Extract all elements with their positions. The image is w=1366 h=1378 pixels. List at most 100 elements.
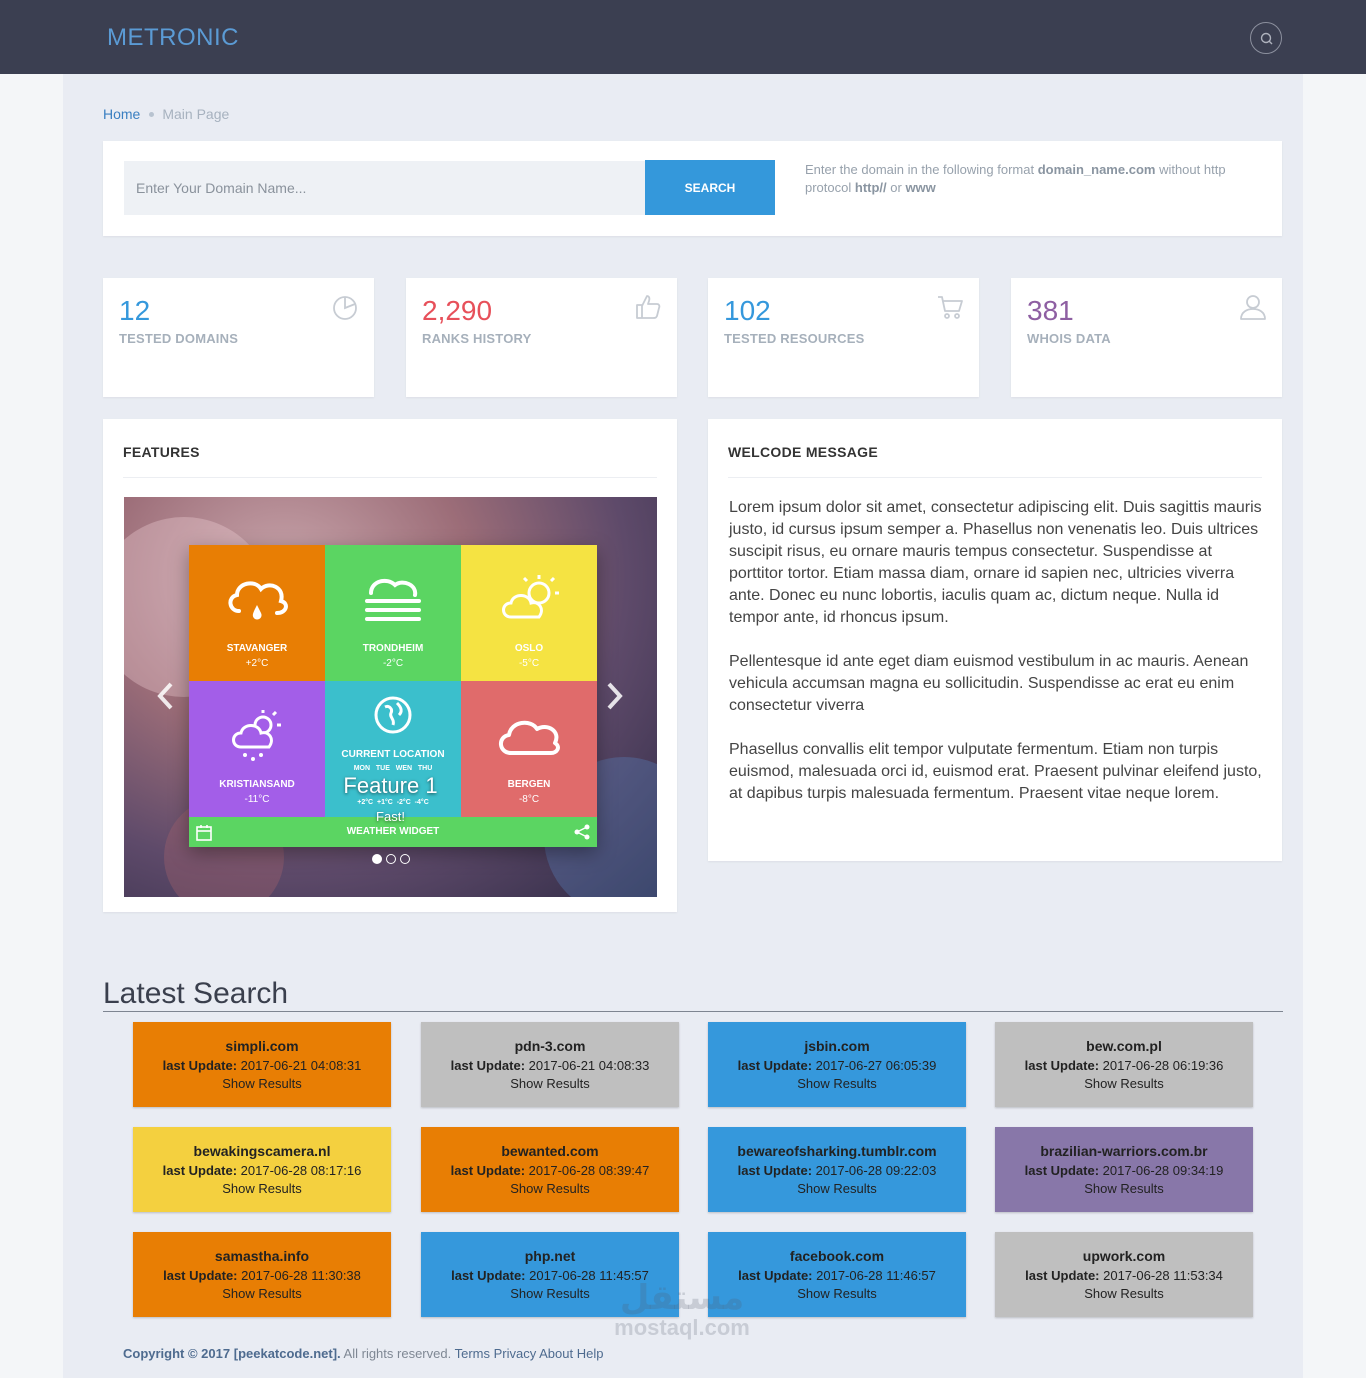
search-result-tile[interactable]: pdn-3.com last Update: 2017-06-21 04:08:3…: [421, 1022, 679, 1107]
result-domain: samastha.info: [214, 1248, 310, 1264]
stat-value: 2,290: [422, 295, 493, 326]
domain-search-input[interactable]: [124, 161, 646, 215]
help-text-part: or: [886, 180, 906, 195]
fog-cloud-icon: [365, 578, 421, 621]
welcome-panel: WELCODE MESSAGE Lorem ipsum dolor sit am…: [708, 419, 1282, 861]
header-search-button[interactable]: [1250, 22, 1282, 54]
result-date: 2017-06-21 04:08:31: [240, 1058, 362, 1073]
show-results-link[interactable]: Show Results: [133, 1076, 391, 1091]
result-date: 2017-06-28 11:30:38: [241, 1268, 361, 1283]
result-update: last Update: 2017-06-28 09:34:19: [995, 1163, 1253, 1178]
logo[interactable]: METRONIC: [107, 24, 239, 52]
tile-temp: -2°C: [382, 658, 404, 669]
divider: [103, 1011, 1283, 1012]
show-results-link[interactable]: Show Results: [421, 1181, 679, 1196]
result-domain: facebook.com: [789, 1248, 885, 1264]
slider-dot[interactable]: [385, 854, 396, 864]
thumbs-up-icon: [636, 295, 661, 319]
search-button[interactable]: SEARCH: [645, 160, 775, 215]
tile-city: STAVANGER: [226, 643, 288, 654]
show-results-link[interactable]: Show Results: [133, 1286, 391, 1301]
features-panel: FEATURES STAVANGER +2°C TRONDHEIM -2°C O…: [103, 419, 677, 912]
feature-slider[interactable]: STAVANGER +2°C TRONDHEIM -2°C OSLO -5°C …: [124, 497, 657, 897]
stat-card-ranks-history[interactable]: 2,290 RANKS HISTORY: [406, 278, 677, 397]
domain-search-panel: SEARCH Enter the domain in the following…: [103, 141, 1282, 236]
chevron-left-icon[interactable]: [154, 681, 178, 711]
watermark-latin: mostaql.com: [614, 1315, 750, 1340]
snow-sun-icon: [232, 710, 281, 761]
breadcrumb-home-link[interactable]: Home: [103, 106, 140, 122]
show-results-link[interactable]: Show Results: [708, 1076, 966, 1091]
chevron-right-icon[interactable]: [602, 681, 626, 711]
result-domain: jsbin.com: [804, 1038, 870, 1054]
help-text-part: Enter the domain in the following format: [805, 162, 1038, 177]
shopping-cart-icon: [938, 296, 963, 319]
show-results-link[interactable]: Show Results: [133, 1181, 391, 1196]
globe-icon: [374, 696, 412, 734]
search-result-tile[interactable]: simpli.com last Update: 2017-06-21 04:08:…: [133, 1022, 391, 1107]
result-update-label: last Update:: [737, 1058, 813, 1073]
result-date: 2017-06-28 11:46:57: [816, 1268, 936, 1283]
result-domain: pdn-3.com: [514, 1038, 586, 1054]
stat-value: 12: [119, 295, 151, 326]
stat-label: WHOIS DATA: [1027, 331, 1111, 346]
result-domain: simpli.com: [225, 1038, 299, 1054]
help-text-bold: domain_name.com: [1037, 162, 1156, 177]
search-icon: [1260, 32, 1273, 45]
show-results-link[interactable]: Show Results: [995, 1286, 1253, 1301]
result-date: 2017-06-28 09:34:19: [1102, 1163, 1224, 1178]
show-results-link[interactable]: Show Results: [708, 1181, 966, 1196]
stat-card-whois-data[interactable]: 381 WHOIS DATA: [1011, 278, 1282, 397]
slider-indicators: [124, 851, 657, 869]
stat-label: RANKS HISTORY: [422, 331, 532, 346]
slide-caption: Feature 1: [343, 773, 438, 798]
latest-search-title: Latest Search: [103, 977, 289, 1010]
search-help-text: Enter the domain in the following format…: [805, 161, 1265, 197]
stat-card-tested-resources[interactable]: 102 TESTED RESOURCES: [708, 278, 979, 397]
footer: Copyright © 2017 [peekatcode.net]. All r…: [123, 1346, 604, 1361]
footer-brand-link[interactable]: [peekatcode.net].: [234, 1346, 341, 1361]
result-update-label: last Update:: [162, 1058, 238, 1073]
result-date: 2017-06-21 04:08:33: [528, 1058, 650, 1073]
show-results-link[interactable]: Show Results: [995, 1181, 1253, 1196]
search-result-tile[interactable]: bew.com.pl last Update: 2017-06-28 06:19:…: [995, 1022, 1253, 1107]
footer-link-terms[interactable]: Terms: [455, 1346, 490, 1361]
tile-city: OSLO: [514, 643, 544, 654]
footer-link-help[interactable]: Help: [577, 1346, 604, 1361]
search-result-tile[interactable]: bewanted.com last Update: 2017-06-28 08:3…: [421, 1127, 679, 1212]
search-result-tile[interactable]: bewakingscamera.nl last Update: 2017-06-2…: [133, 1127, 391, 1212]
welcome-paragraph: Phasellus convallis elit tempor vulputat…: [729, 741, 1262, 802]
search-result-tile[interactable]: jsbin.com last Update: 2017-06-27 06:05:3…: [708, 1022, 966, 1107]
footer-link-privacy[interactable]: Privacy: [494, 1346, 537, 1361]
result-update: last Update: 2017-06-28 11:53:34: [995, 1268, 1253, 1283]
show-results-link[interactable]: Show Results: [995, 1076, 1253, 1091]
result-update-label: last Update:: [450, 1058, 526, 1073]
search-result-tile[interactable]: brazilian-warriors.com.br last Update: 20…: [995, 1127, 1253, 1212]
result-date: 2017-06-28 06:19:36: [1102, 1058, 1224, 1073]
slider-dot[interactable]: [399, 854, 410, 864]
result-domain: brazilian-warriors.com.br: [1040, 1143, 1208, 1159]
stat-card-tested-domains[interactable]: 12 TESTED DOMAINS: [103, 278, 374, 397]
result-update-label: last Update:: [1024, 1058, 1100, 1073]
slider-dot[interactable]: [371, 854, 382, 864]
result-update: last Update: 2017-06-28 09:22:03: [708, 1163, 966, 1178]
result-update-label: last Update:: [162, 1163, 238, 1178]
search-result-tile[interactable]: bewareofsharking.tumblr.com last Update: …: [708, 1127, 966, 1212]
result-update-label: last Update:: [451, 1268, 526, 1283]
result-update: last Update: 2017-06-21 04:08:33: [421, 1058, 679, 1073]
sun-cloud-icon: [502, 575, 559, 619]
result-date: 2017-06-27 06:05:39: [815, 1058, 937, 1073]
user-icon: [1240, 295, 1266, 320]
result-domain: php.net: [524, 1248, 576, 1264]
welcome-paragraph: Lorem ipsum dolor sit amet, consectetur …: [729, 499, 1262, 626]
search-result-tile[interactable]: upwork.com last Update: 2017-06-28 11:53:…: [995, 1232, 1253, 1317]
stat-value: 381: [1027, 295, 1074, 326]
weather-tile-trondheim: TRONDHEIM -2°C: [325, 545, 461, 681]
result-date: 2017-06-28 11:53:34: [1103, 1268, 1223, 1283]
search-result-tile[interactable]: samastha.info last Update: 2017-06-28 11:…: [133, 1232, 391, 1317]
result-date: 2017-06-28 09:22:03: [815, 1163, 937, 1178]
footer-link-about[interactable]: About: [539, 1346, 573, 1361]
show-results-link[interactable]: Show Results: [421, 1076, 679, 1091]
features-title: FEATURES: [123, 444, 200, 460]
weather-widget-image: STAVANGER +2°C TRONDHEIM -2°C OSLO -5°C …: [189, 545, 597, 847]
